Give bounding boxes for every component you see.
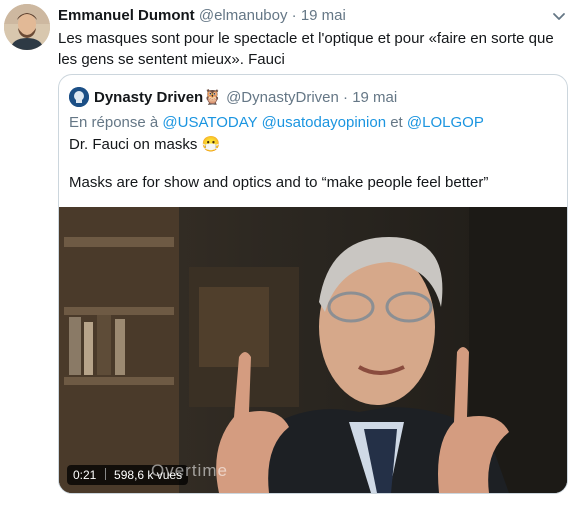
badge-divider — [104, 468, 106, 480]
quoted-avatar[interactable] — [69, 87, 89, 107]
video-thumbnail — [59, 207, 567, 493]
author-name[interactable]: Emmanuel Dumont — [58, 7, 195, 24]
reply-conjunction: et — [390, 114, 403, 131]
reply-prefix: En réponse à — [69, 114, 159, 131]
video-player[interactable]: 0:21 598,6 k vues Overtime — [59, 207, 567, 493]
owl-emoji: 🦉 — [203, 89, 222, 106]
separator-dot: · — [291, 7, 297, 24]
quoted-text-line2: Masks are for show and optics and to “ma… — [69, 174, 489, 191]
quoted-tweet[interactable]: Dynasty Driven🦉 @DynastyDriven · 19 mai … — [58, 74, 568, 494]
video-duration: 0:21 — [73, 468, 97, 482]
tweet-date[interactable]: 19 mai — [301, 7, 346, 24]
quoted-line1-text: Dr. Fauci on masks — [69, 136, 198, 153]
quoted-text-line1: Dr. Fauci on masks 😷 — [69, 135, 220, 153]
mention-usatoday[interactable]: @USATODAY — [162, 114, 257, 131]
avatar[interactable] — [4, 4, 50, 50]
chevron-down-icon[interactable] — [550, 7, 568, 25]
mention-usatodayopinion[interactable]: @usatodayopinion — [262, 114, 386, 131]
mask-emoji: 😷 — [201, 136, 221, 153]
avatar-image — [4, 4, 50, 50]
separator-dot: · — [343, 89, 349, 106]
quoted-author-name[interactable]: Dynasty Driven — [94, 89, 203, 106]
mention-lolgop[interactable]: @LOLGOP — [407, 114, 484, 131]
tweet-header: Emmanuel Dumont @elmanuboy · 19 mai — [58, 7, 568, 27]
quoted-author-handle[interactable]: @DynastyDriven — [226, 89, 339, 106]
tweet-text: Les masques sont pour le spectacle et l'… — [58, 30, 554, 68]
video-watermark: Overtime — [151, 461, 228, 480]
author-handle[interactable]: @elmanuboy — [199, 7, 288, 24]
tweet[interactable]: Emmanuel Dumont @elmanuboy · 19 mai Les … — [0, 0, 578, 505]
reply-context: En réponse à @USATODAY @usatodayopinion … — [69, 114, 484, 131]
quoted-date[interactable]: 19 mai — [352, 89, 397, 106]
